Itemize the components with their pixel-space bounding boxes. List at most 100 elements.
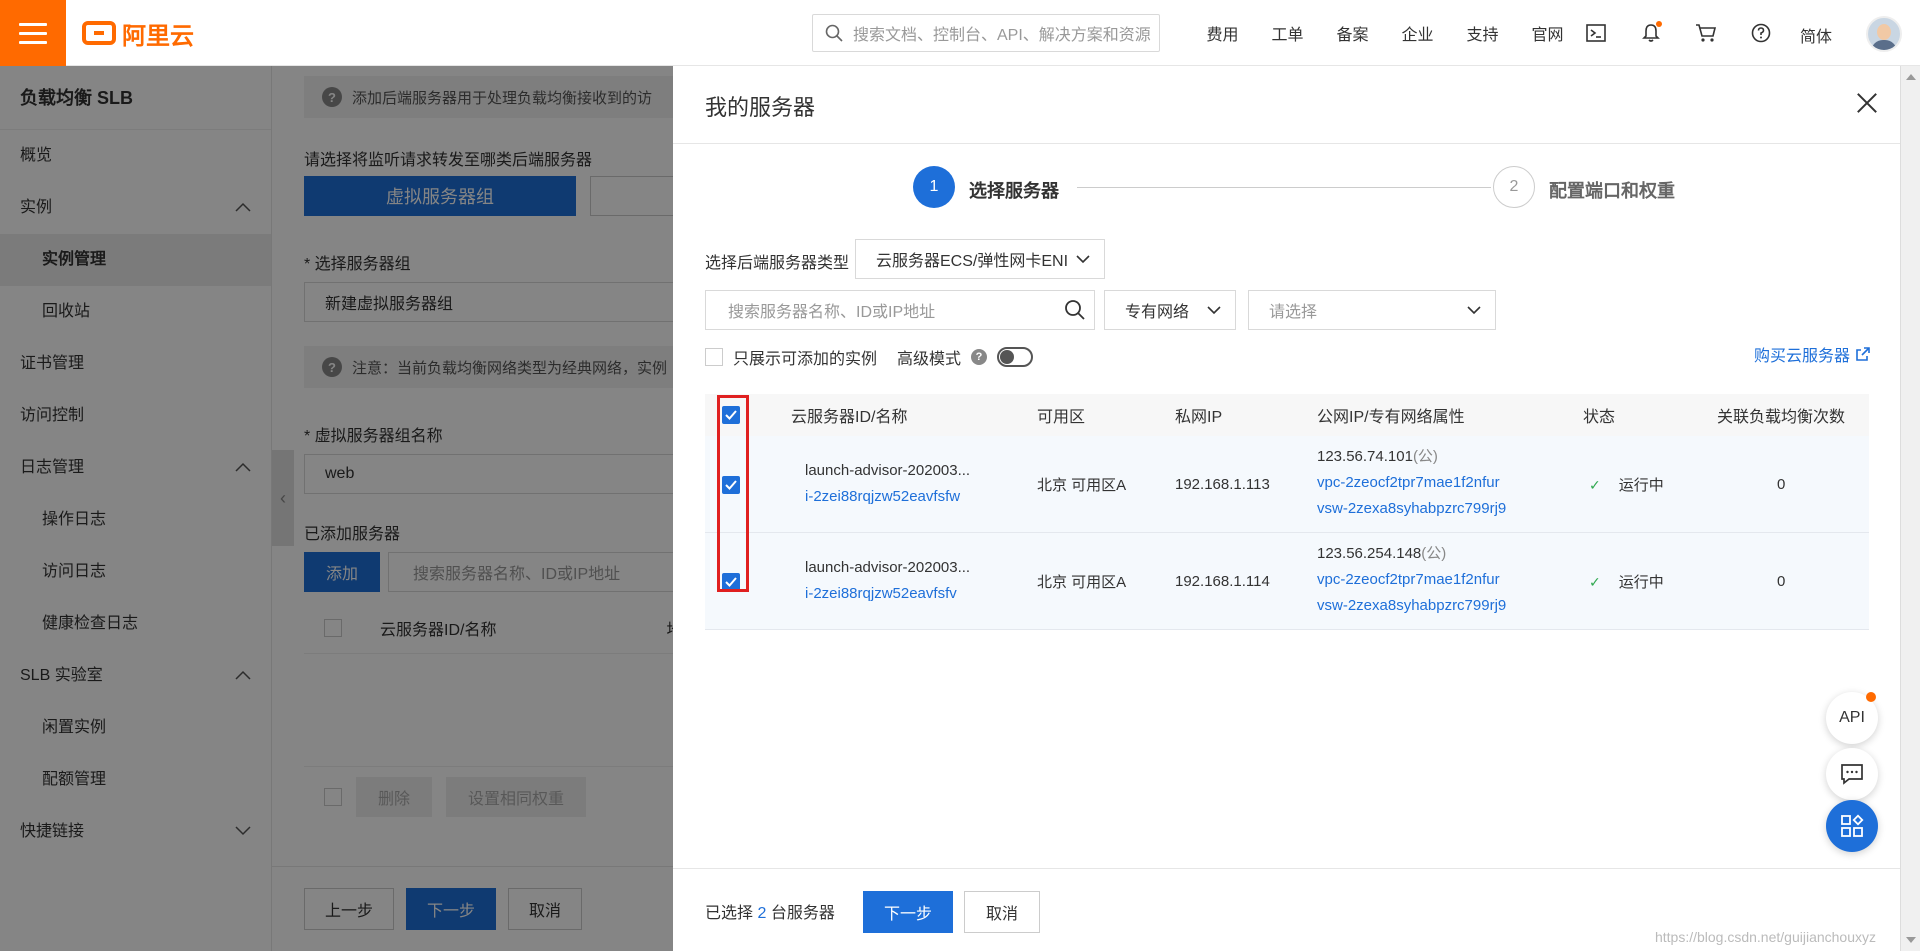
- col-status: 状态: [1583, 409, 1616, 426]
- only-addable-checkbox[interactable]: [705, 348, 723, 366]
- check-icon: ✓: [1589, 573, 1601, 590]
- nav-enterprise[interactable]: 企业: [1385, 21, 1450, 45]
- lb-count-cell: 0: [1777, 475, 1786, 493]
- advanced-mode-toggle[interactable]: [997, 347, 1034, 367]
- next-step-button[interactable]: 下一步: [863, 891, 953, 933]
- logo-text: 阿里云: [122, 22, 194, 50]
- checkmark-icon: [725, 410, 737, 420]
- zone-cell: 北京 可用区A: [1037, 573, 1127, 591]
- server-name-cell: launch-advisor-202003... i-2zei88rqjzw52…: [805, 458, 970, 510]
- advanced-mode-label: 高级模式: [897, 351, 962, 368]
- language-switch[interactable]: 简体: [1800, 23, 1832, 47]
- server-search-input[interactable]: 搜索服务器名称、ID或IP地址: [705, 290, 1095, 330]
- col-private-ip: 私网IP: [1175, 409, 1223, 426]
- row-checkbox[interactable]: [722, 476, 740, 494]
- col-zone: 可用区: [1037, 409, 1086, 426]
- public-ip: 123.56.74.101: [1317, 448, 1413, 465]
- buy-ecs-label: 购买云服务器: [1753, 348, 1850, 365]
- server-table: 云服务器ID/名称 可用区 私网IP 公网IP/专有网络属性 状态 关联负载均衡…: [705, 394, 1869, 630]
- public-ip-cell: 123.56.74.101(公) vpc-2zeocf2tpr7mae1f2nf…: [1317, 444, 1506, 522]
- drawer-header: 我的服务器: [673, 66, 1900, 144]
- server-name-cell: launch-advisor-202003... i-2zei88rqjzw52…: [805, 555, 970, 607]
- vpc-link[interactable]: vpc-2zeocf2tpr7mae1f2nfur: [1317, 470, 1506, 496]
- user-avatar[interactable]: [1866, 16, 1902, 52]
- table-row[interactable]: launch-advisor-202003... i-2zei88rqjzw52…: [705, 533, 1869, 630]
- checkmark-icon: [725, 480, 737, 490]
- top-nav-icons: [1568, 0, 1788, 66]
- checkmark-icon: [725, 577, 737, 587]
- lb-count-cell: 0: [1777, 572, 1786, 590]
- nav-icp[interactable]: 备案: [1320, 21, 1385, 45]
- server-type-select[interactable]: 云服务器ECS/弹性网卡ENI: [855, 239, 1105, 279]
- api-label: API: [1839, 709, 1865, 726]
- external-link-icon: [1856, 347, 1870, 361]
- server-id-link[interactable]: i-2zei88rqjzw52eavfsfw: [805, 484, 970, 510]
- apps-grid-icon: [1841, 814, 1864, 837]
- selected-suffix: 台服务器: [770, 905, 835, 922]
- global-search-input[interactable]: 搜索文档、控制台、API、解决方案和资源: [812, 14, 1160, 52]
- status-text: 运行中: [1618, 573, 1664, 591]
- global-search-placeholder: 搜索文档、控制台、API、解决方案和资源: [853, 27, 1151, 44]
- nav-fees[interactable]: 费用: [1190, 21, 1255, 45]
- table-row[interactable]: launch-advisor-202003... i-2zei88rqjzw52…: [705, 436, 1869, 533]
- col-lb-count: 关联负载均衡次数: [1717, 409, 1846, 426]
- top-navbar: 阿里云 搜索文档、控制台、API、解决方案和资源 费用 工单 备案 企业 支持 …: [0, 0, 1920, 66]
- notification-dot: [1656, 21, 1662, 27]
- network-type-select[interactable]: 专有网络: [1104, 290, 1236, 330]
- server-id-link[interactable]: i-2zei88rqjzw52eavfsfv: [805, 581, 970, 607]
- nav-tickets[interactable]: 工单: [1255, 21, 1320, 45]
- selected-prefix: 已选择: [705, 905, 754, 922]
- terminal-icon[interactable]: [1568, 24, 1623, 42]
- vpc-link[interactable]: vpc-2zeocf2tpr7mae1f2nfur: [1317, 567, 1506, 593]
- chat-icon: [1841, 764, 1863, 785]
- server-type-label: 选择后端服务器类型: [705, 255, 850, 272]
- selected-count-text: 已选择 2 台服务器: [705, 899, 835, 923]
- chevron-down-icon: [1467, 305, 1481, 314]
- buy-ecs-link[interactable]: 购买云服务器: [1754, 342, 1870, 366]
- search-icon: [825, 24, 843, 42]
- aliyun-logo[interactable]: 阿里云: [82, 18, 194, 50]
- vswitch-link[interactable]: vsw-2zexa8syhabpzrc799rj9: [1317, 593, 1506, 619]
- status-cell: ✓ 运行中: [1589, 571, 1664, 592]
- close-icon[interactable]: [1852, 88, 1882, 118]
- server-type-value: 云服务器ECS/弹性网卡ENI: [876, 253, 1069, 270]
- scroll-down-icon[interactable]: [1906, 937, 1916, 943]
- cancel-button[interactable]: 取消: [964, 891, 1040, 933]
- help-icon[interactable]: [1733, 23, 1788, 43]
- public-tag: (公): [1412, 448, 1438, 465]
- table-header: 云服务器ID/名称 可用区 私网IP 公网IP/专有网络属性 状态 关联负载均衡…: [705, 394, 1869, 436]
- network-type-value: 专有网络: [1125, 304, 1190, 321]
- vswitch-link[interactable]: vsw-2zexa8syhabpzrc799rj9: [1317, 496, 1506, 522]
- drawer-title: 我的服务器: [705, 95, 816, 120]
- logo-mark-icon: [82, 21, 116, 45]
- hamburger-menu-button[interactable]: [0, 0, 66, 66]
- step-1-label: 选择服务器: [969, 181, 1059, 201]
- search-icon[interactable]: [1064, 299, 1086, 321]
- public-ip-line: 123.56.74.101(公): [1317, 444, 1506, 470]
- chat-float-button[interactable]: [1826, 748, 1878, 800]
- col-public-ip-vpc: 公网IP/专有网络属性: [1317, 409, 1465, 426]
- private-ip-cell: 192.168.1.114: [1175, 572, 1270, 590]
- status-cell: ✓ 运行中: [1589, 474, 1664, 495]
- api-float-button[interactable]: API: [1826, 692, 1878, 744]
- public-ip: 123.56.254.148: [1317, 545, 1422, 562]
- public-ip-line: 123.56.254.148(公): [1317, 541, 1506, 567]
- notification-dot: [1866, 692, 1876, 702]
- help-icon[interactable]: ?: [971, 349, 988, 365]
- vpc-select-placeholder: 请选择: [1269, 304, 1318, 321]
- step-2-label: 配置端口和权重: [1549, 181, 1675, 201]
- public-tag: (公): [1421, 545, 1447, 562]
- page-scrollbar[interactable]: [1900, 66, 1920, 951]
- watermark: https://blog.csdn.net/guijianchouxyz: [1654, 929, 1876, 945]
- nav-support[interactable]: 支持: [1450, 21, 1515, 45]
- apps-float-button[interactable]: [1826, 800, 1878, 852]
- step-indicator: 1 选择服务器 2 配置端口和权重: [913, 166, 1713, 210]
- vpc-select[interactable]: 请选择: [1248, 290, 1496, 330]
- bell-icon[interactable]: [1623, 21, 1678, 43]
- status-text: 运行中: [1618, 476, 1664, 494]
- top-nav-links: 费用 工单 备案 企业 支持 官网: [1190, 0, 1580, 66]
- select-all-checkbox[interactable]: [722, 406, 740, 424]
- row-checkbox[interactable]: [722, 573, 740, 591]
- scroll-up-icon[interactable]: [1906, 74, 1916, 80]
- cart-icon[interactable]: [1678, 23, 1733, 43]
